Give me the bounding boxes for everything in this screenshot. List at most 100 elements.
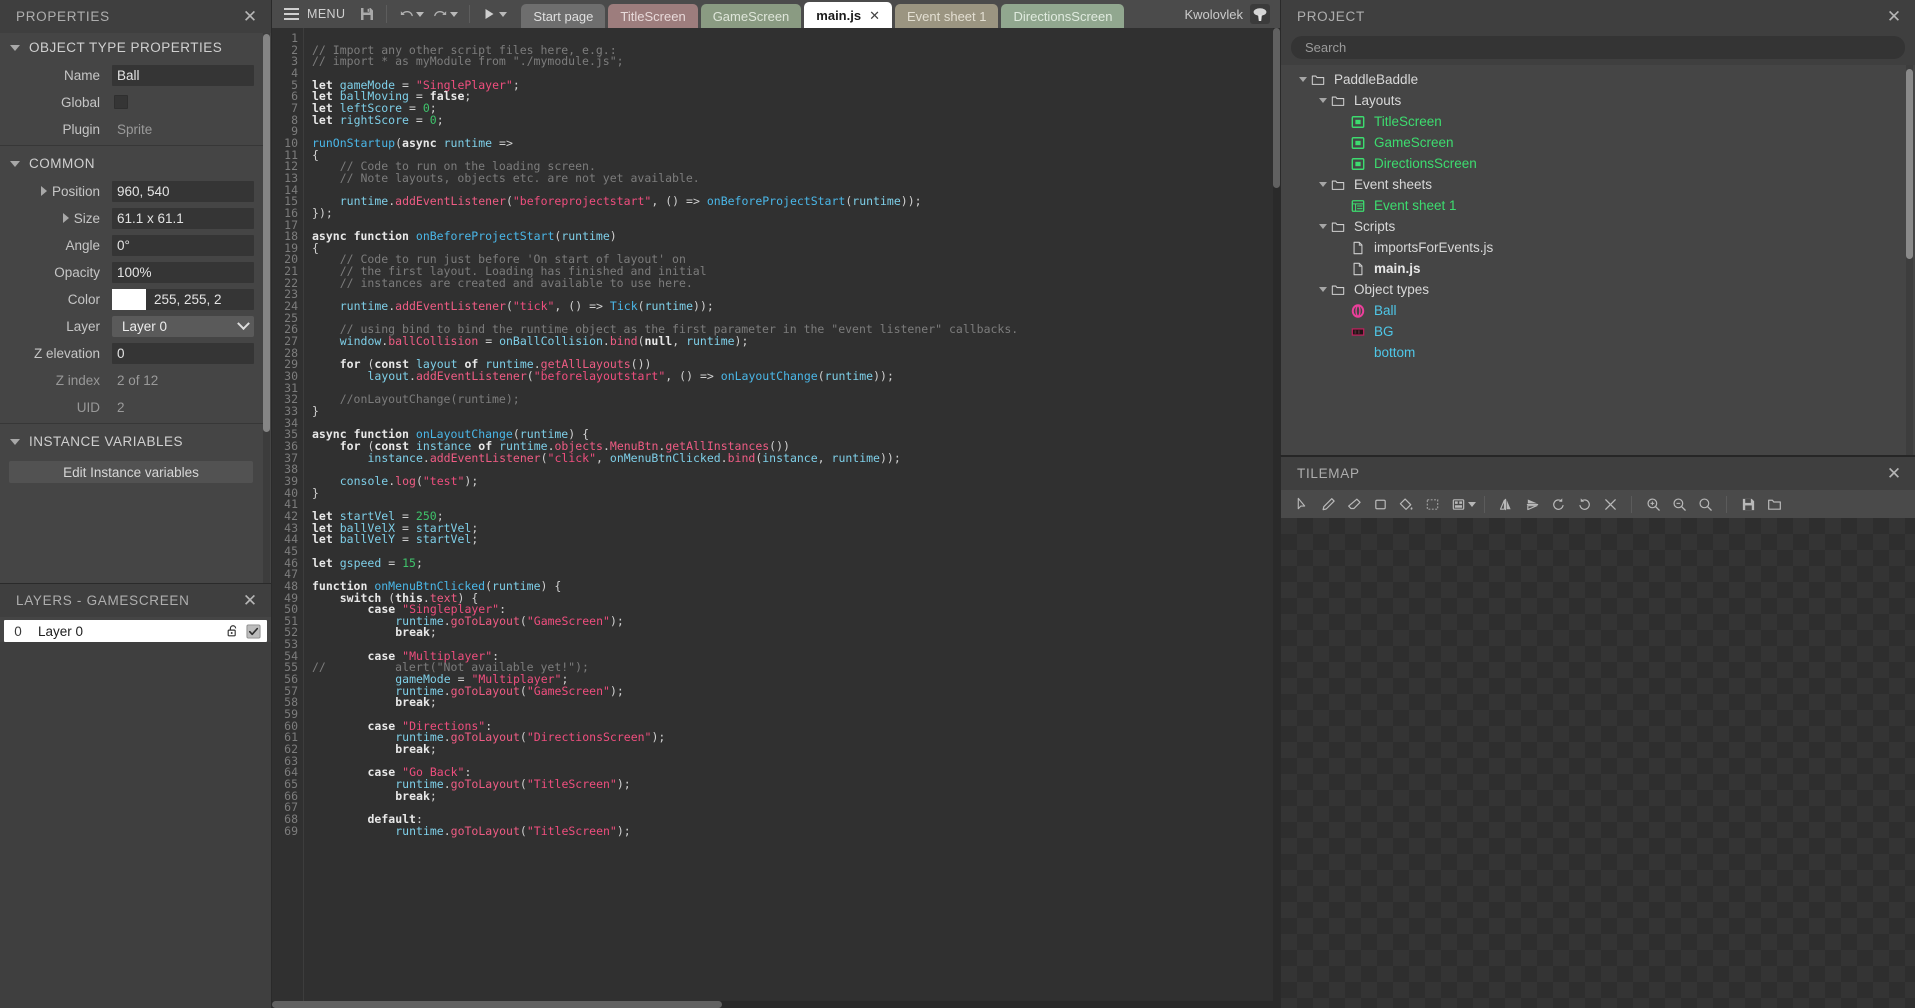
rectangle-icon[interactable] xyxy=(1367,491,1393,517)
opacity-input[interactable]: 100% xyxy=(112,262,254,283)
user-account-area[interactable]: Kwolovlek xyxy=(1184,4,1280,24)
rotate-ccw-icon[interactable] xyxy=(1545,491,1571,517)
project-scrollbar-thumb[interactable] xyxy=(1906,69,1913,259)
section-common[interactable]: COMMON xyxy=(0,149,263,178)
section-instance-variables[interactable]: INSTANCE VARIABLES xyxy=(0,427,263,456)
angle-input[interactable]: 0° xyxy=(112,235,254,256)
tree-item[interactable]: Ball xyxy=(1281,300,1915,321)
zoom-in-icon[interactable] xyxy=(1640,491,1666,517)
chevron-down-icon[interactable] xyxy=(1315,98,1331,103)
code-line: }); xyxy=(312,208,1280,220)
color-value: 255, 255, 2 xyxy=(146,289,254,310)
visibility-checkbox[interactable] xyxy=(246,624,261,639)
color-field[interactable]: 255, 255, 2 xyxy=(112,289,254,310)
close-icon[interactable]: ✕ xyxy=(241,592,259,609)
avatar[interactable] xyxy=(1250,4,1270,24)
layer-select[interactable]: Layer 0 xyxy=(112,316,254,337)
undo-icon[interactable] xyxy=(394,2,418,26)
open-tilemap-icon[interactable] xyxy=(1761,491,1787,517)
tree-item[interactable]: BG xyxy=(1281,321,1915,342)
eraser-icon[interactable] xyxy=(1341,491,1367,517)
rotate-cw-icon[interactable] xyxy=(1571,491,1597,517)
flip-horizontal-icon[interactable] xyxy=(1493,491,1519,517)
preview-play-icon[interactable] xyxy=(477,2,501,26)
zoom-out-icon[interactable] xyxy=(1666,491,1692,517)
color-swatch[interactable] xyxy=(112,289,146,310)
close-icon[interactable]: ✕ xyxy=(1885,8,1903,25)
position-input[interactable]: 960, 540 xyxy=(112,181,254,202)
layer-row[interactable]: 0 Layer 0 xyxy=(4,620,267,642)
layer-name[interactable]: Layer 0 xyxy=(32,624,226,639)
tree-item[interactable]: DirectionsScreen xyxy=(1281,153,1915,174)
tree-item[interactable]: Object types xyxy=(1281,279,1915,300)
tree-item[interactable]: Scripts xyxy=(1281,216,1915,237)
chevron-right-icon[interactable] xyxy=(63,213,69,223)
code-content[interactable]: // Import any other script files here, e… xyxy=(304,28,1280,1008)
chevron-right-icon[interactable] xyxy=(41,186,47,196)
preview-dropdown-icon[interactable] xyxy=(499,12,507,17)
tab-directionsscreen[interactable]: DirectionsScreen xyxy=(1001,4,1124,28)
line-number: 4 xyxy=(272,68,303,80)
tree-item[interactable]: GameScreen xyxy=(1281,132,1915,153)
zelevation-input[interactable]: 0 xyxy=(112,343,254,364)
uid-value: 2 xyxy=(112,400,254,415)
layers-panel: LAYERS - GAMESCREEN ✕ 0 Layer 0 xyxy=(0,583,272,1008)
code-horizontal-scrollbar[interactable] xyxy=(272,1001,1280,1008)
line-number: 69 xyxy=(272,826,303,838)
clear-tile-icon[interactable] xyxy=(1597,491,1623,517)
position-label: Position xyxy=(0,184,112,199)
redo-icon[interactable] xyxy=(428,2,452,26)
chevron-down-icon[interactable] xyxy=(1315,287,1331,292)
tab-event-sheet-1[interactable]: Event sheet 1 xyxy=(895,4,999,28)
save-icon[interactable] xyxy=(355,2,379,26)
tree-item-label: Scripts xyxy=(1351,219,1395,234)
tree-item[interactable]: importsForEvents.js xyxy=(1281,237,1915,258)
close-icon[interactable]: ✕ xyxy=(241,8,259,25)
tilemap-canvas[interactable] xyxy=(1281,518,1915,1008)
code-editor[interactable]: 1234567891011121314151617181920212223242… xyxy=(272,28,1280,1008)
undo-dropdown-icon[interactable] xyxy=(416,12,424,17)
marquee-select-icon[interactable] xyxy=(1419,491,1445,517)
fill-bucket-icon[interactable] xyxy=(1393,491,1419,517)
size-input[interactable]: 61.1 x 61.1 xyxy=(112,208,254,229)
tree-item[interactable]: Event sheet 1 xyxy=(1281,195,1915,216)
redo-dropdown-icon[interactable] xyxy=(450,12,458,17)
unlock-icon[interactable] xyxy=(226,624,240,638)
tab-start-page[interactable]: Start page xyxy=(521,4,605,28)
tree-item[interactable]: Layouts xyxy=(1281,90,1915,111)
tree-item[interactable]: main.js xyxy=(1281,258,1915,279)
properties-scrollbar-thumb[interactable] xyxy=(263,34,270,432)
tab-label: DirectionsScreen xyxy=(1013,9,1112,24)
tab-close-icon[interactable]: ✕ xyxy=(869,9,880,22)
folder-icon xyxy=(1331,283,1351,297)
close-icon[interactable]: ✕ xyxy=(1885,465,1903,482)
menu-button[interactable]: MENU xyxy=(280,1,355,27)
zoom-reset-icon[interactable] xyxy=(1692,491,1718,517)
chevron-down-icon[interactable] xyxy=(1315,224,1331,229)
tab-mainjs[interactable]: main.js ✕ xyxy=(804,2,892,28)
code-line: let leftScore = 0; xyxy=(312,103,1280,115)
edit-instance-variables-button[interactable]: Edit Instance variables xyxy=(9,461,253,483)
tree-item[interactable]: bottom xyxy=(1281,342,1915,363)
chevron-down-icon[interactable] xyxy=(1295,77,1311,82)
tab-titlescreen[interactable]: TitleScreen xyxy=(608,4,697,28)
tree-item[interactable]: Event sheets xyxy=(1281,174,1915,195)
search-input[interactable] xyxy=(1291,36,1905,59)
line-number: 3 xyxy=(272,56,303,68)
properties-body: OBJECT TYPE PROPERTIES Name Ball Global … xyxy=(0,33,271,583)
chevron-down-icon[interactable] xyxy=(1315,182,1331,187)
tile-patterns-dropdown-icon[interactable] xyxy=(1468,502,1476,507)
property-row-angle: Angle 0° xyxy=(0,232,263,258)
code-vertical-scrollbar[interactable] xyxy=(1273,28,1280,1008)
select-arrow-icon[interactable] xyxy=(1289,491,1315,517)
tab-gamescreen[interactable]: GameScreen xyxy=(701,4,802,28)
pencil-icon[interactable] xyxy=(1315,491,1341,517)
uid-label: UID xyxy=(0,400,112,415)
global-checkbox[interactable] xyxy=(114,95,128,109)
section-object-type-properties[interactable]: OBJECT TYPE PROPERTIES xyxy=(0,33,263,62)
flip-vertical-icon[interactable] xyxy=(1519,491,1545,517)
tree-item[interactable]: TitleScreen xyxy=(1281,111,1915,132)
name-input[interactable]: Ball xyxy=(112,65,254,86)
save-tilemap-icon[interactable] xyxy=(1735,491,1761,517)
tree-item[interactable]: PaddleBaddle xyxy=(1281,69,1915,90)
